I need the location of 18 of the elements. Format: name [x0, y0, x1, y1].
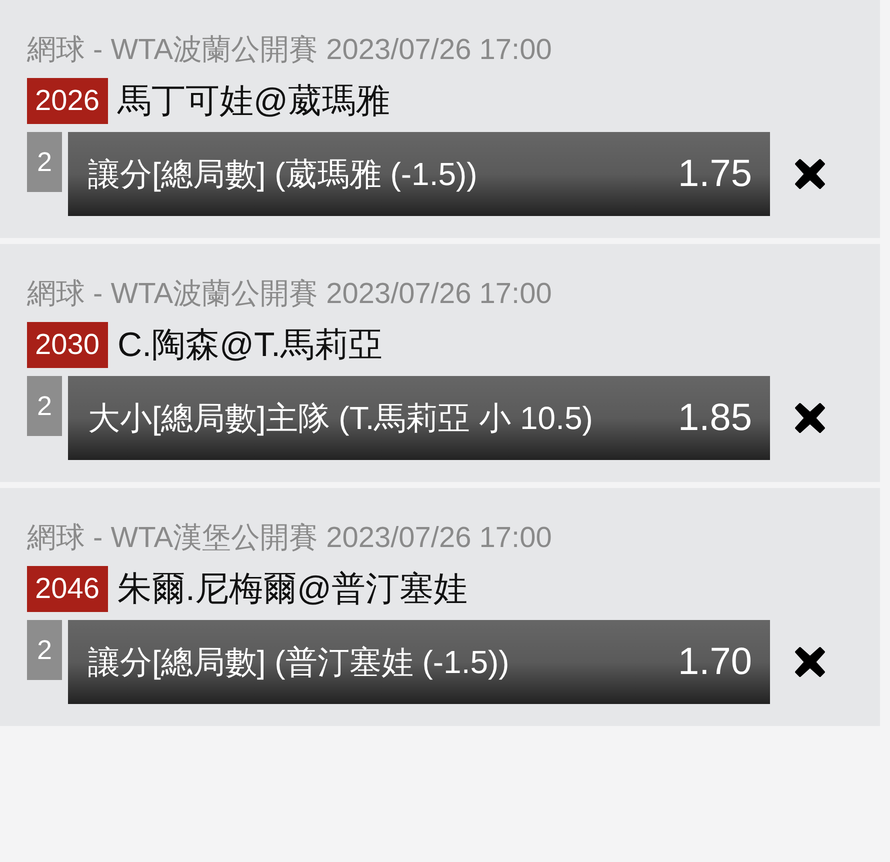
event-info: 網球 - WTA波蘭公開賽 2023/07/26 17:00	[27, 277, 553, 312]
selection-text: 讓分[總局數] (葳瑪雅 (-1.5))	[88, 155, 478, 194]
selection-text: 讓分[總局數] (普汀塞娃 (-1.5))	[88, 643, 510, 682]
odds-value: 1.75	[678, 152, 752, 196]
match-number: 2026	[27, 78, 108, 124]
event-info: 網球 - WTA波蘭公開賽 2023/07/26 17:00	[27, 33, 553, 68]
event-info: 網球 - WTA漢堡公開賽 2023/07/26 17:00	[27, 521, 553, 556]
match-name: C.陶森@T.馬莉亞	[118, 325, 382, 366]
count-label: 2	[27, 132, 62, 192]
odds-value: 1.70	[678, 640, 752, 684]
selection-text: 大小[總局數]主隊 (T.馬莉亞 小 10.5)	[88, 399, 593, 438]
match-number: 2030	[27, 322, 108, 368]
match-name: 馬丁可娃@葳瑪雅	[118, 81, 390, 122]
match-name: 朱爾.尼梅爾@普汀塞娃	[118, 569, 468, 610]
count-label: 2	[27, 620, 62, 680]
match-number: 2046	[27, 566, 108, 612]
odds-value: 1.85	[678, 396, 752, 440]
count-label: 2	[27, 376, 62, 436]
